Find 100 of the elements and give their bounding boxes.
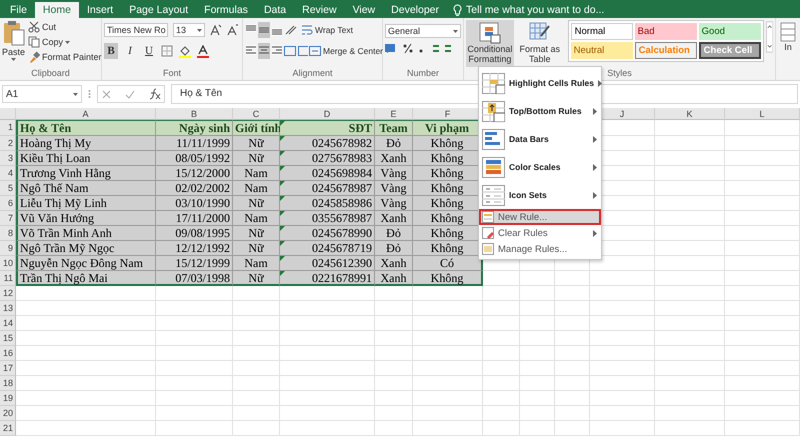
row-header[interactable]: 7 xyxy=(0,211,16,226)
empty-cell[interactable] xyxy=(655,316,725,331)
table-cell[interactable]: Nữ xyxy=(233,241,280,256)
empty-cell[interactable] xyxy=(590,286,655,301)
ribbon-tab[interactable]: Developer xyxy=(383,2,448,18)
empty-cell[interactable] xyxy=(156,391,233,406)
table-cell[interactable]: 17/11/2000 xyxy=(156,211,233,226)
align-button[interactable] xyxy=(258,43,270,59)
empty-cell[interactable] xyxy=(655,120,725,136)
empty-cell[interactable] xyxy=(655,181,725,196)
empty-cell[interactable] xyxy=(520,331,555,346)
empty-cell[interactable] xyxy=(655,151,725,166)
empty-cell[interactable] xyxy=(413,376,483,391)
column-title[interactable]: Giới tính xyxy=(233,120,280,136)
table-cell[interactable]: 15/12/2000 xyxy=(156,166,233,181)
select-all-button[interactable] xyxy=(0,108,16,120)
table-cell[interactable]: Vàng xyxy=(375,166,413,181)
empty-cell[interactable] xyxy=(655,286,725,301)
table-cell[interactable]: Nữ xyxy=(233,271,280,286)
empty-cell[interactable] xyxy=(725,226,800,241)
empty-cell[interactable] xyxy=(520,361,555,376)
empty-cell[interactable] xyxy=(156,286,233,301)
empty-cell[interactable] xyxy=(233,406,280,421)
table-cell[interactable]: Xanh xyxy=(375,256,413,271)
row-header[interactable]: 15 xyxy=(0,331,16,346)
empty-cell[interactable] xyxy=(655,196,725,211)
row-header[interactable]: 14 xyxy=(0,316,16,331)
empty-cell[interactable] xyxy=(520,376,555,391)
font-size-field[interactable]: 13 xyxy=(173,23,205,37)
empty-cell[interactable] xyxy=(655,391,725,406)
empty-cell[interactable] xyxy=(375,331,413,346)
shrink-font-icon[interactable] xyxy=(227,24,239,36)
indent-icons[interactable] xyxy=(284,45,308,57)
function-icon[interactable] xyxy=(148,88,160,100)
row-header[interactable]: 11 xyxy=(0,271,16,286)
empty-cell[interactable] xyxy=(655,226,725,241)
empty-cell[interactable] xyxy=(483,286,520,301)
table-cell[interactable]: Kiều Thị Loan xyxy=(16,151,156,166)
row-header[interactable]: 1 xyxy=(0,120,16,136)
table-cell[interactable]: Nam xyxy=(233,181,280,196)
grow-font-icon[interactable] xyxy=(210,24,222,36)
ribbon-tab[interactable]: Data xyxy=(256,2,294,18)
empty-cell[interactable] xyxy=(233,421,280,436)
table-cell[interactable]: Xanh xyxy=(375,211,413,226)
table-cell[interactable]: Nam xyxy=(233,256,280,271)
column-header[interactable]: C xyxy=(233,108,280,120)
empty-cell[interactable] xyxy=(156,376,233,391)
column-title[interactable]: Ngày sinh xyxy=(156,120,233,136)
empty-cell[interactable] xyxy=(725,286,800,301)
check-icon[interactable] xyxy=(124,90,134,98)
row-header[interactable]: 3 xyxy=(0,151,16,166)
table-cell[interactable]: Đỏ xyxy=(375,226,413,241)
row-header[interactable]: 10 xyxy=(0,256,16,271)
column-title[interactable]: Họ & Tên xyxy=(16,120,156,136)
empty-cell[interactable] xyxy=(483,346,520,361)
empty-cell[interactable] xyxy=(555,406,590,421)
table-cell[interactable]: Xanh xyxy=(375,151,413,166)
table-cell[interactable]: 0245612390 xyxy=(280,256,375,271)
empty-cell[interactable] xyxy=(483,421,520,436)
table-cell[interactable]: Nữ xyxy=(233,226,280,241)
empty-cell[interactable] xyxy=(725,181,800,196)
empty-cell[interactable] xyxy=(280,331,375,346)
empty-cell[interactable] xyxy=(520,406,555,421)
table-cell[interactable]: 0245678719 xyxy=(280,241,375,256)
column-header[interactable]: E xyxy=(375,108,413,120)
column-header[interactable]: K xyxy=(655,108,725,120)
table-cell[interactable]: Nguyễn Ngọc Đông Nam xyxy=(16,256,156,271)
table-cell[interactable]: 0245698984 xyxy=(280,166,375,181)
empty-cell[interactable] xyxy=(375,391,413,406)
menu-item[interactable]: New Rule... xyxy=(479,209,601,225)
empty-cell[interactable] xyxy=(655,376,725,391)
empty-cell[interactable] xyxy=(413,331,483,346)
table-cell[interactable]: 11/11/1999 xyxy=(156,136,233,151)
empty-cell[interactable] xyxy=(725,301,800,316)
gallery-scroll-icon[interactable] xyxy=(766,20,774,54)
empty-cell[interactable] xyxy=(156,316,233,331)
empty-cell[interactable] xyxy=(555,376,590,391)
fill-color-icon[interactable] xyxy=(178,44,192,58)
font-name-field[interactable]: Times New Ro xyxy=(104,23,168,37)
row-header[interactable]: 12 xyxy=(0,286,16,301)
ribbon-tab[interactable]: Formulas xyxy=(196,2,256,18)
empty-cell[interactable] xyxy=(555,391,590,406)
empty-cell[interactable] xyxy=(590,331,655,346)
ribbon-tab[interactable]: View xyxy=(344,2,384,18)
empty-cell[interactable] xyxy=(725,211,800,226)
empty-cell[interactable] xyxy=(725,346,800,361)
empty-cell[interactable] xyxy=(725,271,800,286)
empty-cell[interactable] xyxy=(655,346,725,361)
empty-cell[interactable] xyxy=(413,406,483,421)
empty-cell[interactable] xyxy=(590,346,655,361)
empty-cell[interactable] xyxy=(483,406,520,421)
empty-cell[interactable] xyxy=(555,421,590,436)
ribbon-tab[interactable]: File xyxy=(2,2,35,18)
cell-style[interactable]: Good xyxy=(698,23,761,40)
empty-cell[interactable] xyxy=(555,361,590,376)
empty-cell[interactable] xyxy=(280,346,375,361)
table-cell[interactable]: 0245678987 xyxy=(280,181,375,196)
empty-cell[interactable] xyxy=(233,301,280,316)
empty-cell[interactable] xyxy=(233,376,280,391)
table-cell[interactable]: Trần Thị Ngô Mai xyxy=(16,271,156,286)
